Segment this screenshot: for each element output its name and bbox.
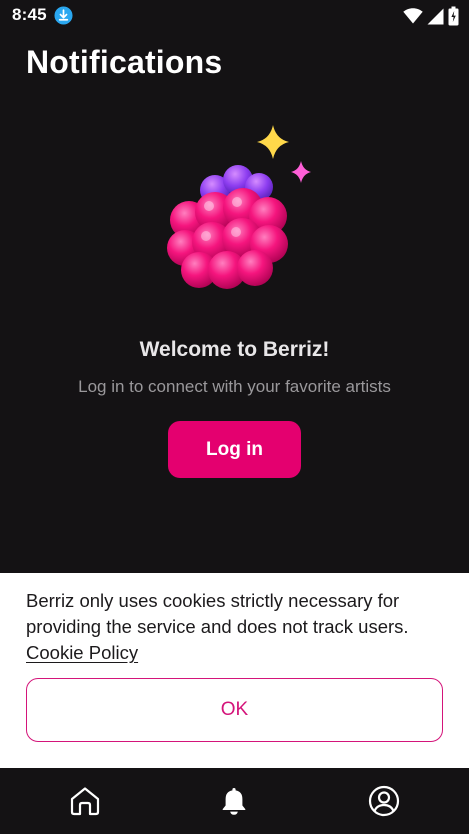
login-button[interactable]: Log in	[168, 421, 301, 478]
notifications-screen: 8:45 Notifications Welcome to Berriz! Lo…	[0, 0, 469, 834]
nav-notifications[interactable]	[217, 784, 251, 818]
status-icons	[403, 6, 459, 26]
signal-icon	[427, 8, 444, 24]
page-title: Notifications	[26, 44, 223, 80]
cookie-banner: Berriz only uses cookies strictly necess…	[0, 573, 469, 768]
bell-icon	[222, 788, 246, 815]
ok-button[interactable]: OK	[26, 678, 443, 742]
raspberry-illustration	[167, 125, 311, 289]
nav-profile[interactable]	[367, 784, 401, 818]
profile-icon	[368, 785, 400, 817]
download-icon	[54, 6, 73, 25]
battery-icon	[448, 6, 459, 26]
welcome-title: Welcome to Berriz!	[139, 338, 330, 361]
cookie-policy-link[interactable]: Cookie Policy	[26, 640, 138, 666]
status-bar: 8:45	[0, 0, 469, 32]
nav-home[interactable]	[68, 784, 102, 818]
welcome-subtitle: Log in to connect with your favorite art…	[78, 377, 391, 396]
home-icon	[70, 787, 100, 816]
wifi-icon	[403, 8, 423, 24]
bottom-nav	[0, 768, 469, 834]
status-time: 8:45	[12, 5, 47, 24]
cookie-message: Berriz only uses cookies strictly necess…	[26, 590, 409, 637]
